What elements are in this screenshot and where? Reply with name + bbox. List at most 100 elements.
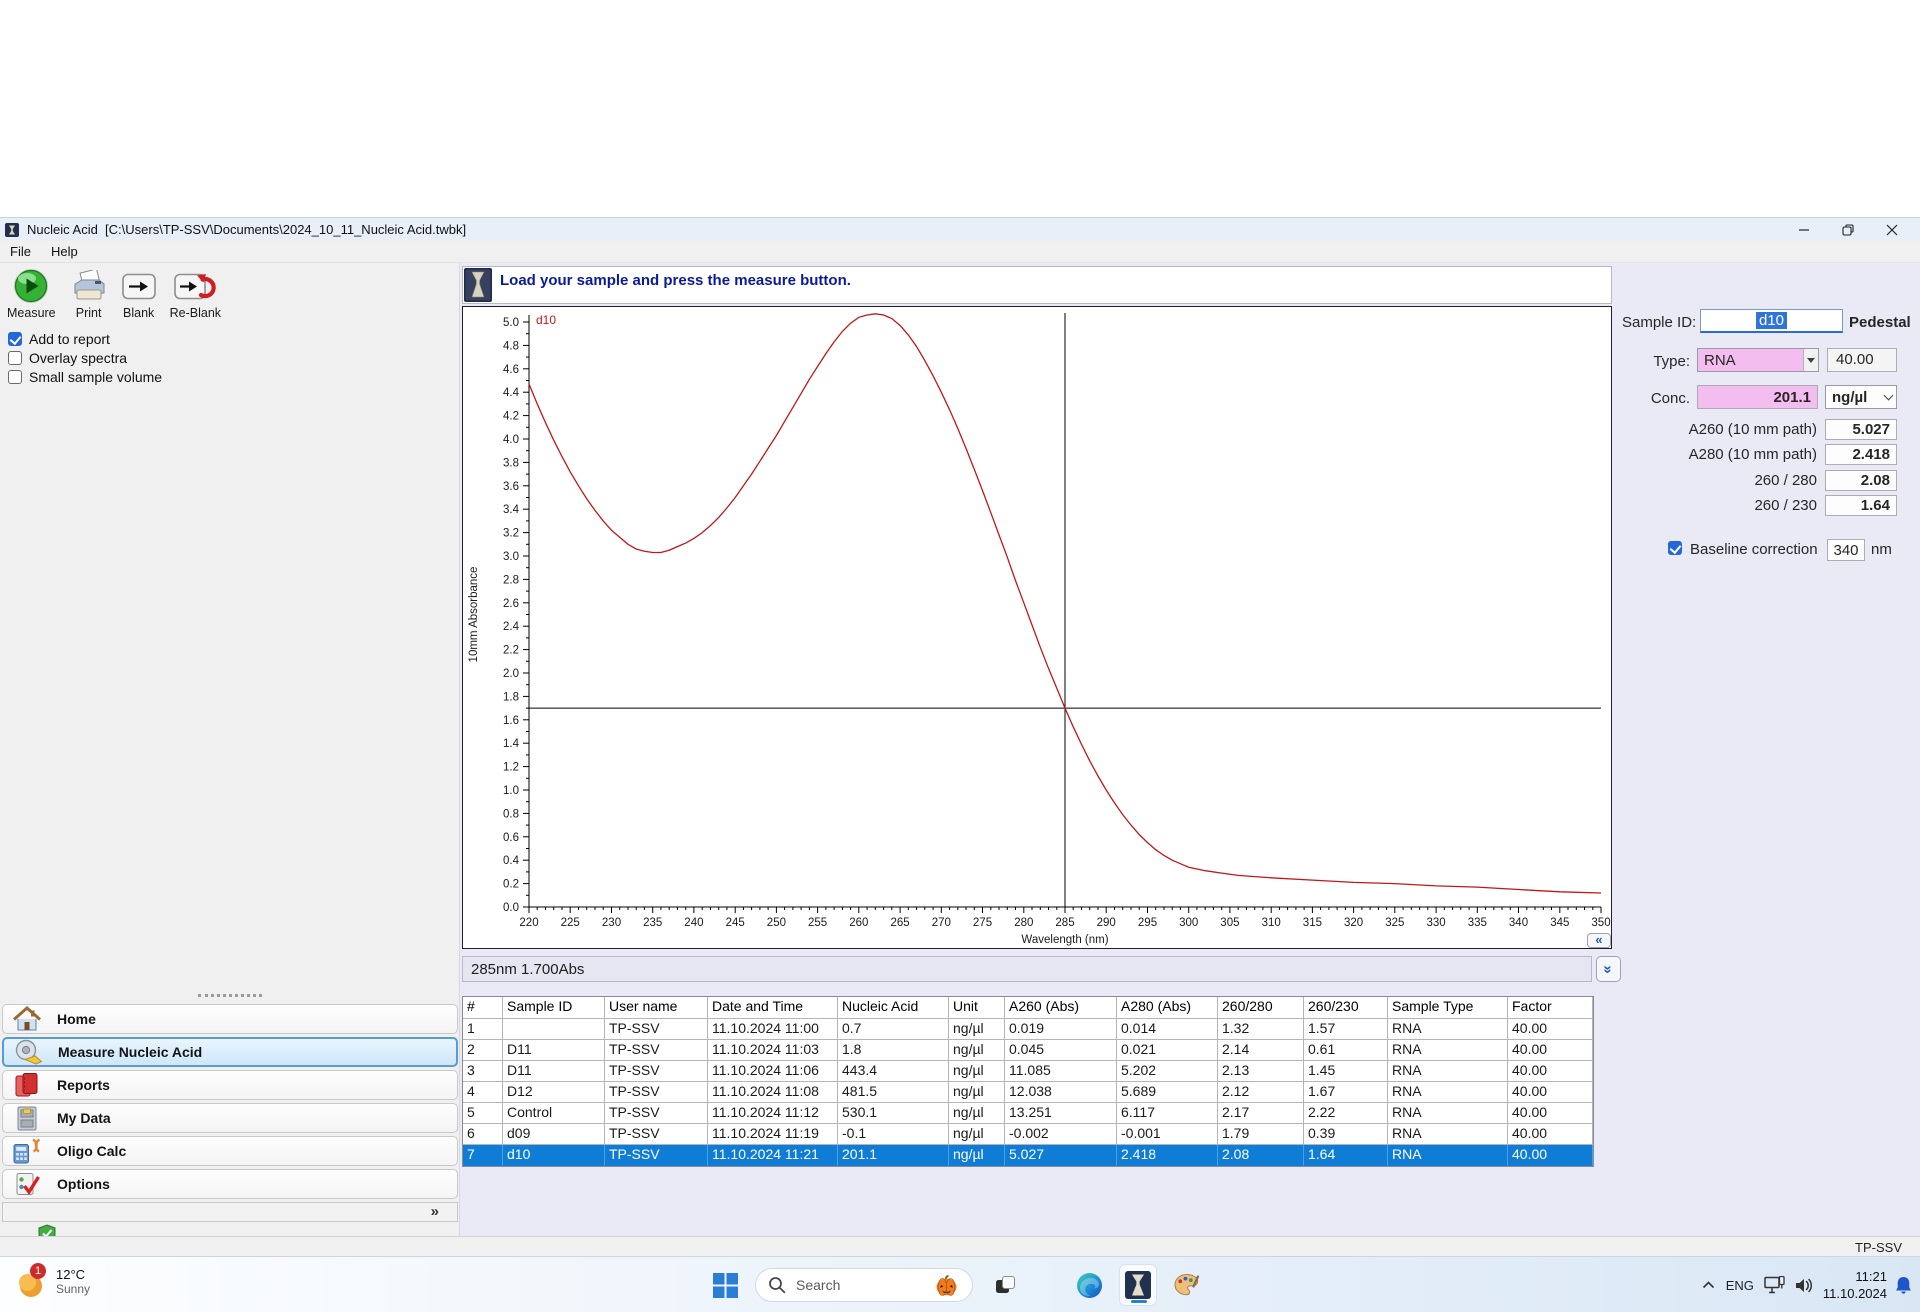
column-header[interactable]: 260/280 [1218,997,1304,1019]
column-header[interactable]: A280 (Abs) [1117,997,1218,1019]
options-icon [11,1171,43,1198]
splitter-handle[interactable] [0,991,460,999]
table-row[interactable]: 3 D11 TP-SSV 11.10.2024 11:06 443.4 ng/µl 11.0… [463,1061,1593,1082]
task-view-button[interactable] [993,1273,1018,1298]
option-label: Add to report [29,330,110,347]
table-row[interactable]: 6 d09 TP-SSV 11.10.2024 11:19 -0.1 ng/µl -0.00… [463,1124,1593,1145]
sample-id-input[interactable]: d10 [1700,309,1843,333]
svg-text:315: 315 [1303,917,1322,929]
option-overlay-spectra[interactable]: Overlay spectra [8,348,162,367]
clock[interactable]: 11:21 11.10.2024 [1823,1268,1887,1302]
checkbox[interactable] [8,369,22,384]
table-cell: 5 [463,1103,503,1124]
column-header[interactable]: # [463,997,503,1019]
table-cell: 0.021 [1117,1040,1218,1061]
conc-unit-dropdown[interactable]: ng/µl [1825,385,1897,409]
table-cell: D11 [503,1040,605,1061]
restore-button[interactable] [1826,218,1870,241]
column-header[interactable]: Date and Time [708,997,838,1019]
checkbox[interactable] [8,350,22,365]
svg-text:345: 345 [1550,917,1569,929]
column-header[interactable]: A260 (Abs) [1005,997,1117,1019]
column-header[interactable]: 260/230 [1304,997,1388,1019]
table-cell: RNA [1388,1061,1508,1082]
checkbox[interactable] [8,331,22,346]
table-row[interactable]: 2 D11 TP-SSV 11.10.2024 11:03 1.8 ng/µl 0.045 0… [463,1040,1593,1061]
spectrum-plot[interactable]: 0.0 0.2 0.4 0.6 0.8 1.0 1.2 1.4 1.6 1.8 2.0 2.2 2.4 2… [463,307,1611,948]
svg-text:2.8: 2.8 [503,574,519,586]
menu-bar: File Help [0,241,1920,263]
baseline-wavelength-input[interactable]: 340 [1827,539,1865,561]
svg-text:4.8: 4.8 [503,340,519,352]
close-button[interactable] [1870,218,1914,241]
sidebar-item-label: My Data [57,1110,111,1126]
chevron-up-icon[interactable] [1701,1280,1716,1291]
reblank-button[interactable]: Re-Blank [167,265,224,322]
speaker-icon[interactable] [1794,1277,1815,1294]
sidebar-item-home[interactable]: Home [2,1004,458,1034]
notification-bell-icon[interactable] [1895,1276,1912,1295]
table-row[interactable]: 1 TP-SSV 11.10.2024 11:00 0.7 ng/µl 0.019 0.01… [463,1019,1593,1040]
weather-widget[interactable]: 1 12°C Sunny [14,1261,90,1301]
option-label: Overlay spectra [29,349,128,366]
table-row[interactable]: 7 d10 TP-SSV 11.10.2024 11:21 201.1 ng/µl 5.02… [463,1145,1593,1166]
svg-text:2.2: 2.2 [503,645,519,657]
table-cell: 2.12 [1218,1082,1304,1103]
table-row[interactable]: 5 Control TP-SSV 11.10.2024 11:12 530.1 ng/µl… [463,1103,1593,1124]
sidebar-item-label: Reports [57,1077,110,1093]
table-cell: 0.39 [1304,1124,1388,1145]
pedestal-mode-label: Pedestal [1849,314,1911,331]
svg-text:4.2: 4.2 [503,411,519,423]
paint-app-icon[interactable] [1173,1272,1200,1299]
language-indicator[interactable]: ENG [1726,1278,1754,1293]
sidebar-collapse-button[interactable]: » [2,1202,458,1222]
print-button[interactable]: Print [67,265,111,322]
search-input[interactable]: Search [755,1268,973,1302]
measure-button[interactable]: Measure [4,265,59,322]
chart-collapse-button[interactable]: « [1587,933,1611,948]
option-small-sample-volume[interactable]: Small sample volume [8,367,162,386]
sidebar-item-options[interactable]: Options [2,1169,458,1199]
spectrum-chart[interactable]: 0.0 0.2 0.4 0.6 0.8 1.0 1.2 1.4 1.6 1.8 2.0 2.2 2.4 2… [462,306,1612,949]
baseline-checkbox[interactable] [1668,541,1682,555]
table-cell: 201.1 [838,1145,949,1166]
minimize-button[interactable] [1782,218,1826,241]
app-pedestal-icon [5,222,19,237]
svg-text:335: 335 [1468,917,1487,929]
nanodrop-app-icon[interactable] [1119,1264,1157,1306]
readout-expand-button[interactable]: » [1596,956,1621,982]
table-cell: ng/µl [949,1124,1005,1145]
column-header[interactable]: Factor [1508,997,1593,1019]
sidebar-item-oligo-calc[interactable]: Oligo Calc [2,1136,458,1166]
table-cell: 40.00 [1508,1082,1593,1103]
network-icon[interactable] [1764,1276,1786,1294]
svg-text:2.0: 2.0 [503,668,519,680]
table-cell: 0.014 [1117,1019,1218,1040]
sidebar-item-reports[interactable]: Reports [2,1070,458,1100]
option-add-to-report[interactable]: Add to report [8,329,162,348]
start-button[interactable] [712,1272,739,1299]
blank-button[interactable]: Blank [119,265,159,322]
column-header[interactable]: Sample ID [503,997,605,1019]
sidebar-item-my-data[interactable]: My Data [2,1103,458,1133]
type-dropdown[interactable]: RNA [1697,348,1819,372]
pumpkin-icon [935,1274,958,1296]
table-cell: d09 [503,1124,605,1145]
column-header[interactable]: Nucleic Acid [838,997,949,1019]
table-row[interactable]: 4 D12 TP-SSV 11.10.2024 11:08 481.5 ng/µl 12.0… [463,1082,1593,1103]
table-cell: 1.8 [838,1040,949,1061]
column-header[interactable]: Unit [949,997,1005,1019]
clock-time: 11:21 [1855,1269,1887,1284]
table-cell: RNA [1388,1145,1508,1166]
menu-help[interactable]: Help [41,242,88,261]
column-header[interactable]: User name [605,997,708,1019]
sidebar-item-measure-nucleic-acid[interactable]: Measure Nucleic Acid [2,1037,458,1067]
svg-text:320: 320 [1344,917,1363,929]
column-header[interactable]: Sample Type [1388,997,1508,1019]
edge-browser-icon[interactable] [1076,1272,1103,1299]
menu-file[interactable]: File [0,242,41,261]
results-table: # Sample ID User name Date and Time Nucleic … [462,996,1594,1167]
table-cell: ng/µl [949,1145,1005,1166]
pedestal-icon [1125,1271,1151,1299]
table-cell: 40.00 [1508,1040,1593,1061]
